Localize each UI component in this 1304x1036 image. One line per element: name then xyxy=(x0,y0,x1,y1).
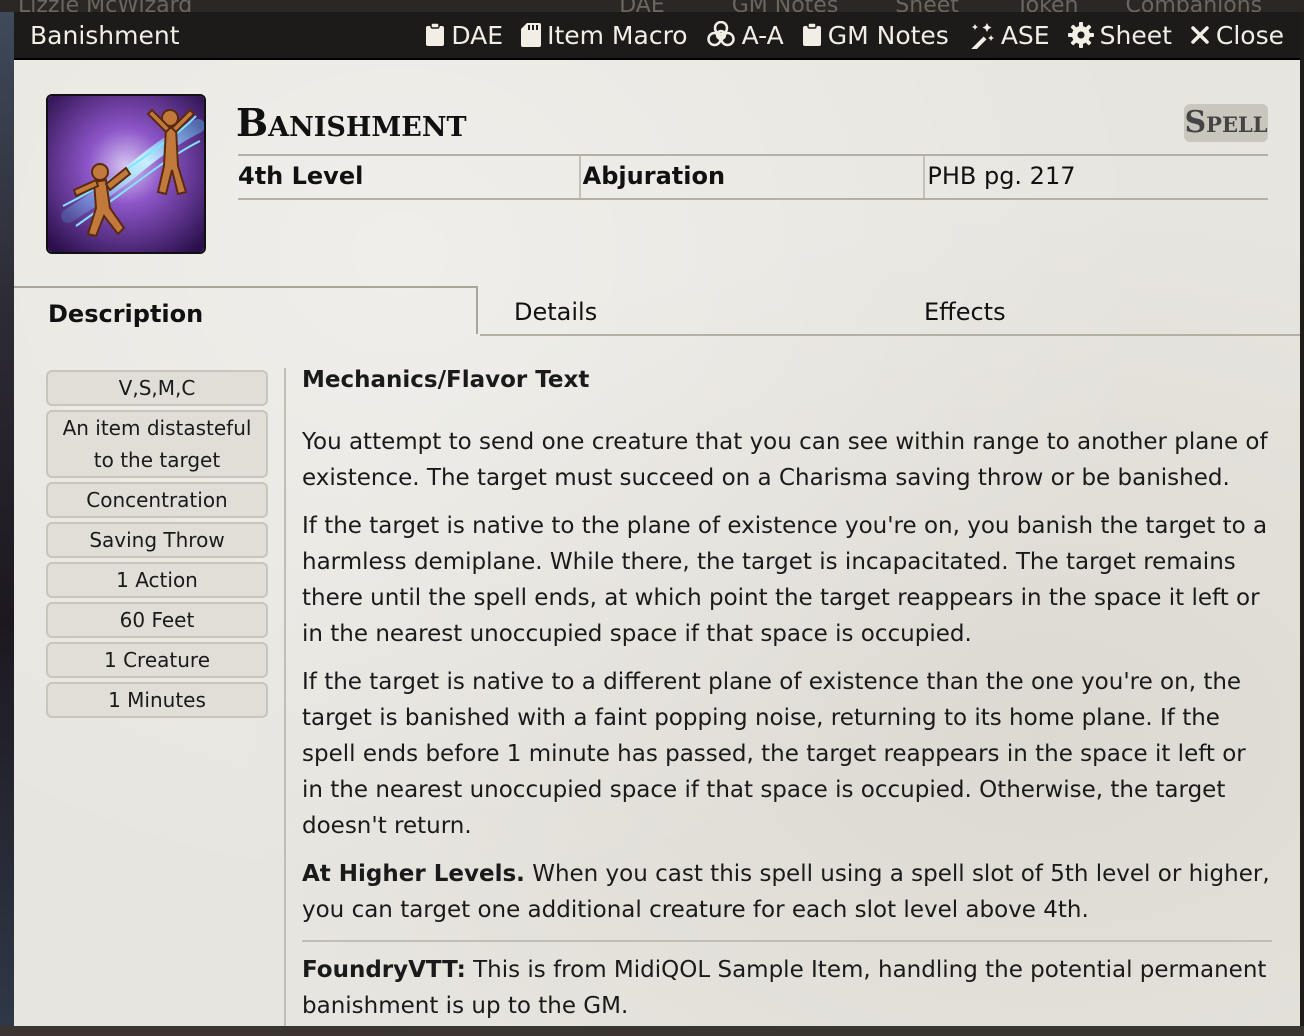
tab-effects[interactable]: Effects xyxy=(890,286,1300,336)
background-button-token: Token xyxy=(1016,0,1079,12)
property-components: V,S,M,C xyxy=(46,370,268,406)
property-materials: An item distasteful to the target xyxy=(46,410,268,478)
window-title: Banishment xyxy=(30,20,180,50)
description-paragraph-3: If the target is native to a different p… xyxy=(302,669,1246,839)
spell-level: 4th Level xyxy=(238,162,364,190)
ase-button-label: ASE xyxy=(1000,20,1050,50)
column-divider xyxy=(284,368,286,1026)
item-sheet-body: Banishment Spell 4th Level Abjuration PH… xyxy=(14,60,1300,1026)
sheet-button[interactable]: Sheet xyxy=(1067,20,1172,50)
spell-school: Abjuration xyxy=(578,156,924,198)
item-description[interactable]: Mechanics/Flavor Text You attempt to sen… xyxy=(302,362,1272,1036)
description-note: FoundryVTT: This is from MidiQOL Sample … xyxy=(302,952,1272,1024)
higher-levels-label: At Higher Levels. xyxy=(302,861,525,887)
sd-card-icon xyxy=(521,23,542,47)
gm-notes-button-label: GM Notes xyxy=(827,20,949,50)
close-button[interactable]: Close xyxy=(1190,21,1284,50)
biohazard-icon xyxy=(706,21,736,49)
background-button-companions: Companions xyxy=(1126,0,1263,12)
clipboard-icon xyxy=(425,23,445,47)
clipboard-icon xyxy=(802,23,822,47)
automated-animations-button-label: A-A xyxy=(741,20,784,50)
note-label: FoundryVTT: xyxy=(302,957,466,983)
background-button-gm-notes: GM Notes xyxy=(732,0,839,12)
sheet-tabs: Description Details Effects xyxy=(14,286,1300,336)
background-scene-edge xyxy=(0,12,14,1026)
window-header[interactable]: Banishment DAE Item Macro A-A GM Notes A… xyxy=(14,12,1300,60)
dae-button-label: DAE xyxy=(451,20,504,50)
description-divider xyxy=(302,940,1272,942)
spell-properties-list: V,S,M,C An item distasteful to the targe… xyxy=(46,370,268,722)
item-type-badge: Spell xyxy=(1184,104,1268,142)
property-duration: 1 Minutes xyxy=(46,682,268,718)
automated-animations-button[interactable]: A-A xyxy=(706,21,784,50)
background-title: Lizzie McWizard xyxy=(18,0,192,12)
property-action-type: Saving Throw xyxy=(46,522,268,558)
property-concentration: Concentration xyxy=(46,482,268,518)
property-target: 1 Creature xyxy=(46,642,268,678)
item-macro-button-label: Item Macro xyxy=(547,20,688,50)
gm-notes-button[interactable]: GM Notes xyxy=(802,21,949,50)
magic-wand-icon xyxy=(967,21,995,49)
sheet-button-label: Sheet xyxy=(1099,20,1172,50)
banishment-spell-icon xyxy=(48,96,204,252)
item-image[interactable] xyxy=(46,94,206,254)
background-button-dae: DAE xyxy=(619,0,665,12)
close-icon xyxy=(1190,25,1210,45)
tab-description[interactable]: Description xyxy=(14,286,478,334)
dae-button[interactable]: DAE xyxy=(425,21,503,50)
property-activation: 1 Action xyxy=(46,562,268,598)
description-higher-levels: At Higher Levels. When you cast this spe… xyxy=(302,856,1272,928)
background-button-sheet: Sheet xyxy=(895,0,959,12)
background-sheet-header: Lizzie McWizard DAE GM Notes Sheet Token… xyxy=(0,0,1304,12)
item-name[interactable]: Banishment xyxy=(236,100,467,145)
item-source[interactable]: PHB pg. 217 xyxy=(923,156,1268,198)
item-summary-row: 4th Level Abjuration PHB pg. 217 xyxy=(238,154,1268,200)
gear-icon xyxy=(1067,22,1094,48)
description-heading: Mechanics/Flavor Text xyxy=(302,367,590,393)
close-button-label: Close xyxy=(1215,20,1284,50)
property-range: 60 Feet xyxy=(46,602,268,638)
description-paragraph-1: You attempt to send one creature that yo… xyxy=(302,429,1268,491)
description-paragraph-2: If the target is native to the plane of … xyxy=(302,513,1268,647)
tab-details[interactable]: Details xyxy=(480,286,890,336)
ase-button[interactable]: ASE xyxy=(967,21,1050,50)
item-macro-button[interactable]: Item Macro xyxy=(521,21,688,50)
